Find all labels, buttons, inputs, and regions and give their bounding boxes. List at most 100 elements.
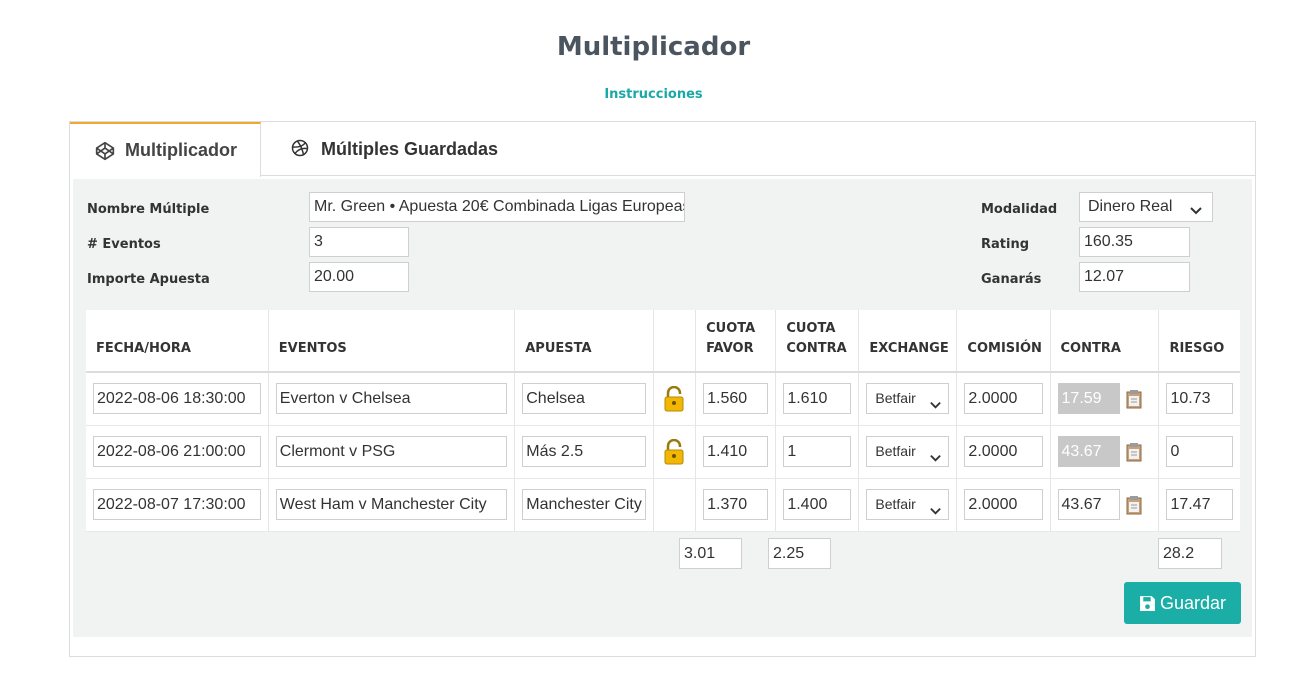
tab-bar: Multiplicador Múltiples Guardadas	[70, 122, 1255, 177]
exchange-cell: Betfair	[858, 478, 957, 532]
multiplicador-panel: Multiplicador Múltiples Guardadas Nombre…	[69, 121, 1256, 657]
header-cuota-contra-line2: CONTRA	[786, 341, 847, 356]
header-comision: COMISIÓN	[956, 310, 1051, 373]
clipboard-icon[interactable]	[1126, 495, 1142, 515]
cuota-favor-cell: 1.410	[695, 425, 776, 479]
table-row: 2022-08-06 21:00:00 Clermont v PSG Más 2…	[86, 425, 1240, 479]
save-button-label: Guardar	[1159, 592, 1227, 613]
header-apuesta: APUESTA	[514, 310, 654, 373]
nombre-label: Nombre Múltiple	[87, 202, 210, 217]
instructions-link[interactable]: Instrucciones	[0, 87, 1307, 102]
header-exchange: EXCHANGE	[858, 310, 957, 373]
exchange-value: Betfair	[875, 496, 916, 512]
apuesta-cell: Chelsea	[514, 372, 654, 426]
contra-cell: 43.67	[1049, 425, 1159, 479]
contra-input[interactable]: 17.59	[1057, 383, 1120, 415]
comision-cell: 2.0000	[956, 478, 1051, 532]
lock-cell	[652, 372, 696, 426]
exchange-cell: Betfair	[858, 425, 957, 479]
cuota-favor-input[interactable]: 1.410	[703, 436, 769, 467]
ganaras-label: Ganarás	[981, 272, 1042, 287]
cuota-favor-input[interactable]: 1.370	[703, 489, 769, 520]
fecha-cell: 2022-08-06 21:00:00	[86, 425, 269, 479]
table-row: 2022-08-07 17:30:00 West Ham v Mancheste…	[86, 478, 1240, 532]
comision-input[interactable]: 2.0000	[964, 436, 1043, 467]
exchange-select[interactable]: Betfair	[866, 436, 950, 467]
apuesta-cell: Manchester City	[514, 478, 654, 532]
fecha-input[interactable]: 2022-08-06 21:00:00	[93, 436, 261, 467]
total-cuota-contra[interactable]: 2.25	[768, 538, 831, 569]
chevron-down-icon	[929, 392, 942, 409]
tab-multiples-guardadas[interactable]: Múltiples Guardadas	[261, 122, 498, 176]
header-cuota-favor-line2: FAVOR	[706, 341, 754, 356]
contra-input[interactable]: 43.67	[1057, 489, 1120, 520]
rating-label: Rating	[981, 237, 1030, 252]
eventos-input[interactable]: 3	[309, 227, 409, 257]
floppy-disk-icon	[1139, 595, 1156, 612]
riesgo-cell: 17.47	[1158, 478, 1240, 532]
lock-cell	[652, 425, 696, 479]
header-fecha: FECHA/HORA	[86, 310, 269, 373]
apuesta-input[interactable]: Manchester City	[522, 489, 646, 520]
header-cuota-contra-line1: CUOTA	[786, 321, 836, 336]
exchange-select[interactable]: Betfair	[866, 383, 950, 415]
lock-icon[interactable]	[661, 438, 688, 465]
fecha-cell: 2022-08-06 18:30:00	[86, 372, 269, 426]
table-row: 2022-08-06 18:30:00 Everton v Chelsea Ch…	[86, 372, 1240, 426]
lock-cell	[652, 478, 696, 532]
modalidad-value: Dinero Real	[1088, 198, 1173, 215]
eventos-label: # Eventos	[87, 237, 161, 252]
fecha-input[interactable]: 2022-08-06 18:30:00	[93, 383, 261, 415]
clipboard-icon[interactable]	[1126, 442, 1142, 462]
header-contra: CONTRA	[1049, 310, 1159, 373]
rating-input[interactable]: 160.35	[1079, 227, 1190, 257]
clipboard-icon[interactable]	[1126, 389, 1142, 409]
apuesta-input[interactable]: Chelsea	[522, 383, 646, 415]
apuesta-cell: Más 2.5	[514, 425, 654, 479]
apuesta-input[interactable]: Más 2.5	[522, 436, 646, 467]
total-riesgo[interactable]: 28.2	[1158, 538, 1222, 569]
exchange-select[interactable]: Betfair	[866, 489, 950, 520]
riesgo-cell: 10.73	[1158, 372, 1240, 426]
riesgo-input[interactable]: 10.73	[1166, 383, 1233, 415]
evento-input[interactable]: Clermont v PSG	[275, 436, 508, 467]
lock-icon[interactable]	[661, 385, 688, 412]
evento-cell: Clermont v PSG	[267, 425, 515, 479]
riesgo-input[interactable]: 0	[1166, 436, 1233, 467]
save-button[interactable]: Guardar	[1124, 582, 1241, 624]
ganaras-input[interactable]: 12.07	[1079, 262, 1190, 292]
events-table: FECHA/HORA EVENTOS APUESTA CUOTA FAVOR CU…	[86, 310, 1240, 532]
comision-input[interactable]: 2.0000	[964, 383, 1043, 415]
cuota-contra-input[interactable]: 1.610	[783, 383, 852, 415]
nombre-input[interactable]: Mr. Green • Apuesta 20€ Combinada Ligas …	[309, 192, 685, 222]
tab-multiplicador[interactable]: Multiplicador	[70, 122, 261, 177]
tab-multiples-guardadas-label: Múltiples Guardadas	[321, 138, 499, 159]
header-cuota-favor-line1: CUOTA	[706, 321, 756, 336]
comision-input[interactable]: 2.0000	[964, 489, 1043, 520]
evento-input[interactable]: Everton v Chelsea	[275, 383, 508, 415]
contra-cell: 17.59	[1049, 372, 1159, 426]
riesgo-cell: 0	[1158, 425, 1240, 479]
table-header-row: FECHA/HORA EVENTOS APUESTA CUOTA FAVOR CU…	[86, 310, 1240, 373]
chevron-down-icon	[929, 445, 942, 462]
comision-cell: 2.0000	[956, 425, 1051, 479]
tab-multiplicador-label: Multiplicador	[125, 140, 237, 160]
riesgo-input[interactable]: 17.47	[1166, 489, 1233, 520]
importe-input[interactable]: 20.00	[309, 262, 409, 292]
total-cuota-favor[interactable]: 3.01	[679, 538, 742, 569]
chevron-down-icon	[929, 498, 942, 515]
cuota-contra-input[interactable]: 1.400	[783, 489, 852, 520]
header-lock	[652, 310, 696, 373]
cuota-favor-input[interactable]: 1.560	[703, 383, 769, 415]
header-cuota-contra: CUOTA CONTRA	[775, 310, 859, 373]
importe-label: Importe Apuesta	[87, 272, 210, 287]
exchange-cell: Betfair	[858, 372, 957, 426]
cuota-contra-cell: 1.400	[775, 478, 859, 532]
evento-input[interactable]: West Ham v Manchester City	[275, 489, 508, 520]
exchange-value: Betfair	[875, 443, 916, 459]
contra-input[interactable]: 43.67	[1057, 436, 1120, 467]
cuota-contra-input[interactable]: 1	[783, 436, 852, 467]
modalidad-select[interactable]: Dinero Real	[1079, 192, 1213, 222]
fecha-input[interactable]: 2022-08-07 17:30:00	[93, 489, 261, 520]
header-cuota-favor: CUOTA FAVOR	[695, 310, 776, 373]
